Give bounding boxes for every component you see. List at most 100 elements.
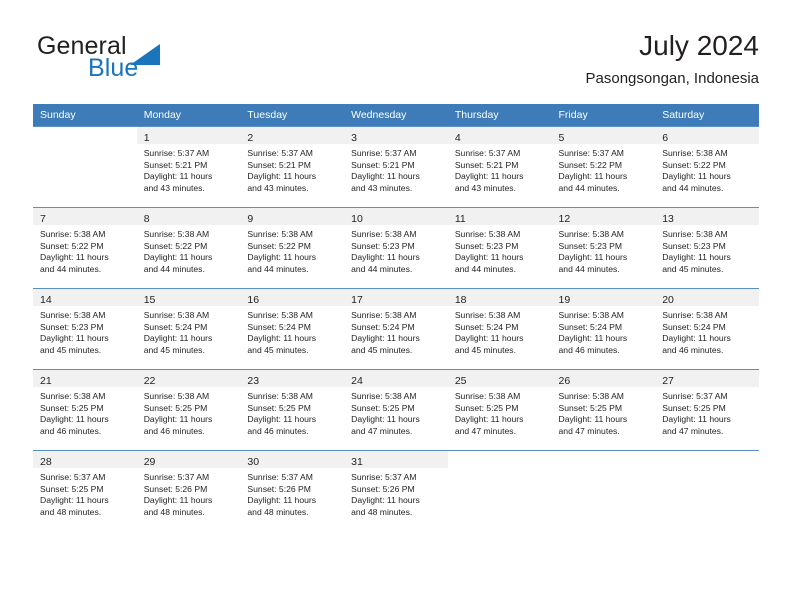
calendar-day-cell[interactable]: 3 Sunrise: 5:37 AM Sunset: 5:21 PM Daylight… bbox=[344, 126, 448, 208]
sunset-time: Sunset: 5:25 PM bbox=[40, 402, 104, 413]
daylight-duration-line1: Daylight: 11 hours bbox=[454, 171, 524, 182]
day-details: Sunrise: 5:37 AM Sunset: 5:21 PM Daylight:… bbox=[448, 144, 552, 194]
sunset-time: Sunset: 5:23 PM bbox=[454, 240, 519, 251]
calendar-day-cell[interactable]: 12 Sunrise: 5:38 AM Sunset: 5:23 PM Dayligh… bbox=[551, 207, 656, 289]
calendar-day-cell[interactable]: 23 Sunrise: 5:38 AM Sunset: 5:25 PM Dayligh… bbox=[240, 369, 345, 451]
daylight-duration-line1: Daylight: 11 hours bbox=[40, 495, 109, 506]
day-number: 17 bbox=[351, 294, 363, 306]
day-number: 30 bbox=[247, 456, 260, 468]
sunrise-time: Sunrise: 5:38 AM bbox=[247, 229, 313, 239]
calendar-day-cell[interactable]: 16 Sunrise: 5:38 AM Sunset: 5:24 PM Dayligh… bbox=[240, 288, 345, 370]
daylight-duration-line1: Daylight: 11 hours bbox=[351, 495, 420, 506]
sunrise-time: Sunrise: 5:37 AM bbox=[558, 148, 624, 158]
calendar-day-cell[interactable]: 10 Sunrise: 5:38 AM Sunset: 5:23 PM Dayligh… bbox=[344, 207, 448, 289]
day-details: Sunrise: 5:37 AM Sunset: 5:26 PM Daylight:… bbox=[137, 468, 241, 518]
calendar-week-row: 1 Sunrise: 5:37 AM Sunset: 5:21 PM Daylight… bbox=[33, 126, 759, 208]
sunrise-time: Sunrise: 5:38 AM bbox=[143, 310, 210, 320]
daylight-duration-line1: Daylight: 11 hours bbox=[247, 414, 317, 425]
calendar-cell-empty bbox=[33, 126, 137, 208]
calendar-page: General Blue July 2024 Pasongsongan, Ind… bbox=[0, 0, 792, 612]
daylight-duration-line2: and 46 minutes. bbox=[143, 425, 205, 436]
day-number: 24 bbox=[351, 375, 363, 387]
sunset-time: Sunset: 5:23 PM bbox=[662, 240, 726, 251]
calendar-day-cell[interactable]: 31 Sunrise: 5:37 AM Sunset: 5:26 PM Dayligh… bbox=[344, 450, 448, 531]
daylight-duration-line1: Daylight: 11 hours bbox=[143, 333, 213, 344]
general-blue-logo[interactable]: General Blue bbox=[33, 32, 223, 90]
daylight-duration-line2: and 46 minutes. bbox=[247, 425, 309, 436]
sunrise-time: Sunrise: 5:38 AM bbox=[662, 310, 728, 320]
calendar-day-cell[interactable]: 7 Sunrise: 5:38 AM Sunset: 5:22 PM Daylight… bbox=[33, 207, 137, 289]
daylight-duration-line1: Daylight: 11 hours bbox=[40, 414, 109, 425]
daylight-duration-line1: Daylight: 11 hours bbox=[351, 333, 420, 344]
day-details: Sunrise: 5:37 AM Sunset: 5:26 PM Daylight:… bbox=[240, 468, 344, 518]
day-number: 6 bbox=[662, 132, 669, 144]
calendar-day-cell[interactable]: 22 Sunrise: 5:38 AM Sunset: 5:25 PM Dayligh… bbox=[136, 369, 241, 451]
day-details: Sunrise: 5:38 AM Sunset: 5:24 PM Daylight:… bbox=[552, 306, 656, 356]
daylight-duration-line2: and 46 minutes. bbox=[558, 344, 620, 355]
calendar-day-cell[interactable]: 14 Sunrise: 5:38 AM Sunset: 5:23 PM Dayligh… bbox=[33, 288, 137, 370]
calendar-day-cell[interactable]: 26 Sunrise: 5:38 AM Sunset: 5:25 PM Dayligh… bbox=[551, 369, 656, 451]
day-details: Sunrise: 5:38 AM Sunset: 5:24 PM Daylight:… bbox=[137, 306, 241, 356]
daylight-duration-line1: Daylight: 11 hours bbox=[454, 252, 524, 263]
calendar-day-cell[interactable]: 8 Sunrise: 5:38 AM Sunset: 5:22 PM Daylight… bbox=[136, 207, 241, 289]
sunset-time: Sunset: 5:21 PM bbox=[454, 159, 519, 170]
calendar-day-cell[interactable]: 19 Sunrise: 5:38 AM Sunset: 5:24 PM Dayligh… bbox=[551, 288, 656, 370]
daylight-duration-line2: and 44 minutes. bbox=[558, 182, 620, 193]
calendar-day-cell[interactable]: 25 Sunrise: 5:38 AM Sunset: 5:25 PM Dayligh… bbox=[447, 369, 552, 451]
day-number: 27 bbox=[662, 375, 674, 387]
day-details: Sunrise: 5:38 AM Sunset: 5:24 PM Daylight:… bbox=[344, 306, 448, 356]
calendar-day-cell[interactable]: 21 Sunrise: 5:38 AM Sunset: 5:25 PM Dayligh… bbox=[33, 369, 137, 451]
sunrise-time: Sunrise: 5:37 AM bbox=[351, 472, 417, 482]
calendar-day-cell[interactable]: 29 Sunrise: 5:37 AM Sunset: 5:26 PM Dayligh… bbox=[136, 450, 241, 531]
calendar-day-cell[interactable]: 17 Sunrise: 5:38 AM Sunset: 5:24 PM Dayligh… bbox=[344, 288, 448, 370]
calendar-day-cell[interactable]: 27 Sunrise: 5:37 AM Sunset: 5:25 PM Dayligh… bbox=[655, 369, 759, 451]
day-details: Sunrise: 5:37 AM Sunset: 5:25 PM Daylight:… bbox=[33, 468, 137, 518]
calendar-day-cell[interactable]: 24 Sunrise: 5:38 AM Sunset: 5:25 PM Dayligh… bbox=[344, 369, 448, 451]
calendar-day-cell[interactable]: 6 Sunrise: 5:38 AM Sunset: 5:22 PM Daylight… bbox=[655, 126, 759, 208]
daylight-duration-line2: and 44 minutes. bbox=[558, 263, 620, 274]
sunset-time: Sunset: 5:24 PM bbox=[454, 321, 519, 332]
daylight-duration-line2: and 43 minutes. bbox=[143, 182, 205, 193]
sunrise-time: Sunrise: 5:37 AM bbox=[351, 148, 417, 158]
day-number: 1 bbox=[143, 132, 150, 144]
weekday-header-sunday: Sunday bbox=[33, 104, 137, 127]
daylight-duration-line1: Daylight: 11 hours bbox=[247, 252, 317, 263]
calendar-week-row: 28 Sunrise: 5:37 AM Sunset: 5:25 PM Dayligh… bbox=[33, 450, 759, 531]
sunset-time: Sunset: 5:24 PM bbox=[662, 321, 726, 332]
day-details: Sunrise: 5:38 AM Sunset: 5:24 PM Daylight:… bbox=[240, 306, 344, 356]
day-number: 12 bbox=[558, 213, 571, 225]
calendar-day-cell[interactable]: 11 Sunrise: 5:38 AM Sunset: 5:23 PM Dayligh… bbox=[447, 207, 552, 289]
calendar-day-cell[interactable]: 30 Sunrise: 5:37 AM Sunset: 5:26 PM Dayligh… bbox=[240, 450, 345, 531]
sunrise-time: Sunrise: 5:37 AM bbox=[143, 472, 210, 482]
daylight-duration-line1: Daylight: 11 hours bbox=[351, 414, 420, 425]
sunrise-time: Sunrise: 5:38 AM bbox=[40, 229, 106, 239]
calendar-day-cell[interactable]: 1 Sunrise: 5:37 AM Sunset: 5:21 PM Daylight… bbox=[136, 126, 241, 208]
calendar-cell-empty bbox=[447, 450, 552, 531]
sunset-time: Sunset: 5:24 PM bbox=[558, 321, 623, 332]
daylight-duration-line2: and 47 minutes. bbox=[662, 425, 724, 436]
calendar-day-cell[interactable]: 13 Sunrise: 5:38 AM Sunset: 5:23 PM Dayligh… bbox=[655, 207, 759, 289]
day-details: Sunrise: 5:37 AM Sunset: 5:21 PM Daylight:… bbox=[344, 144, 448, 194]
calendar-day-cell[interactable]: 2 Sunrise: 5:37 AM Sunset: 5:21 PM Daylight… bbox=[240, 126, 345, 208]
daylight-duration-line2: and 48 minutes. bbox=[40, 506, 102, 517]
weekday-header-friday: Friday bbox=[551, 104, 656, 127]
day-number: 25 bbox=[454, 375, 467, 387]
calendar-day-cell[interactable]: 4 Sunrise: 5:37 AM Sunset: 5:21 PM Daylight… bbox=[447, 126, 552, 208]
calendar-day-cell[interactable]: 20 Sunrise: 5:38 AM Sunset: 5:24 PM Dayligh… bbox=[655, 288, 759, 370]
calendar-day-cell[interactable]: 9 Sunrise: 5:38 AM Sunset: 5:22 PM Daylight… bbox=[240, 207, 345, 289]
calendar-day-cell[interactable]: 28 Sunrise: 5:37 AM Sunset: 5:25 PM Dayligh… bbox=[33, 450, 137, 531]
calendar-day-cell[interactable]: 18 Sunrise: 5:38 AM Sunset: 5:24 PM Dayligh… bbox=[447, 288, 552, 370]
day-details: Sunrise: 5:38 AM Sunset: 5:23 PM Daylight:… bbox=[448, 225, 552, 275]
daylight-duration-line1: Daylight: 11 hours bbox=[143, 414, 213, 425]
daylight-duration-line1: Daylight: 11 hours bbox=[662, 171, 731, 182]
calendar-day-cell[interactable]: 5 Sunrise: 5:37 AM Sunset: 5:22 PM Daylight… bbox=[551, 126, 656, 208]
daylight-duration-line2: and 48 minutes. bbox=[143, 506, 205, 517]
title-block: July 2024 Pasongsongan, Indonesia bbox=[586, 28, 759, 90]
sunrise-time: Sunrise: 5:38 AM bbox=[247, 310, 313, 320]
calendar-week-row: 14 Sunrise: 5:38 AM Sunset: 5:23 PM Dayligh… bbox=[33, 288, 759, 370]
calendar-day-cell[interactable]: 15 Sunrise: 5:38 AM Sunset: 5:24 PM Dayligh… bbox=[136, 288, 241, 370]
daylight-duration-line1: Daylight: 11 hours bbox=[247, 495, 317, 506]
day-details: Sunrise: 5:38 AM Sunset: 5:25 PM Daylight:… bbox=[344, 387, 448, 437]
sunset-time: Sunset: 5:26 PM bbox=[143, 483, 208, 494]
sunset-time: Sunset: 5:25 PM bbox=[454, 402, 519, 413]
